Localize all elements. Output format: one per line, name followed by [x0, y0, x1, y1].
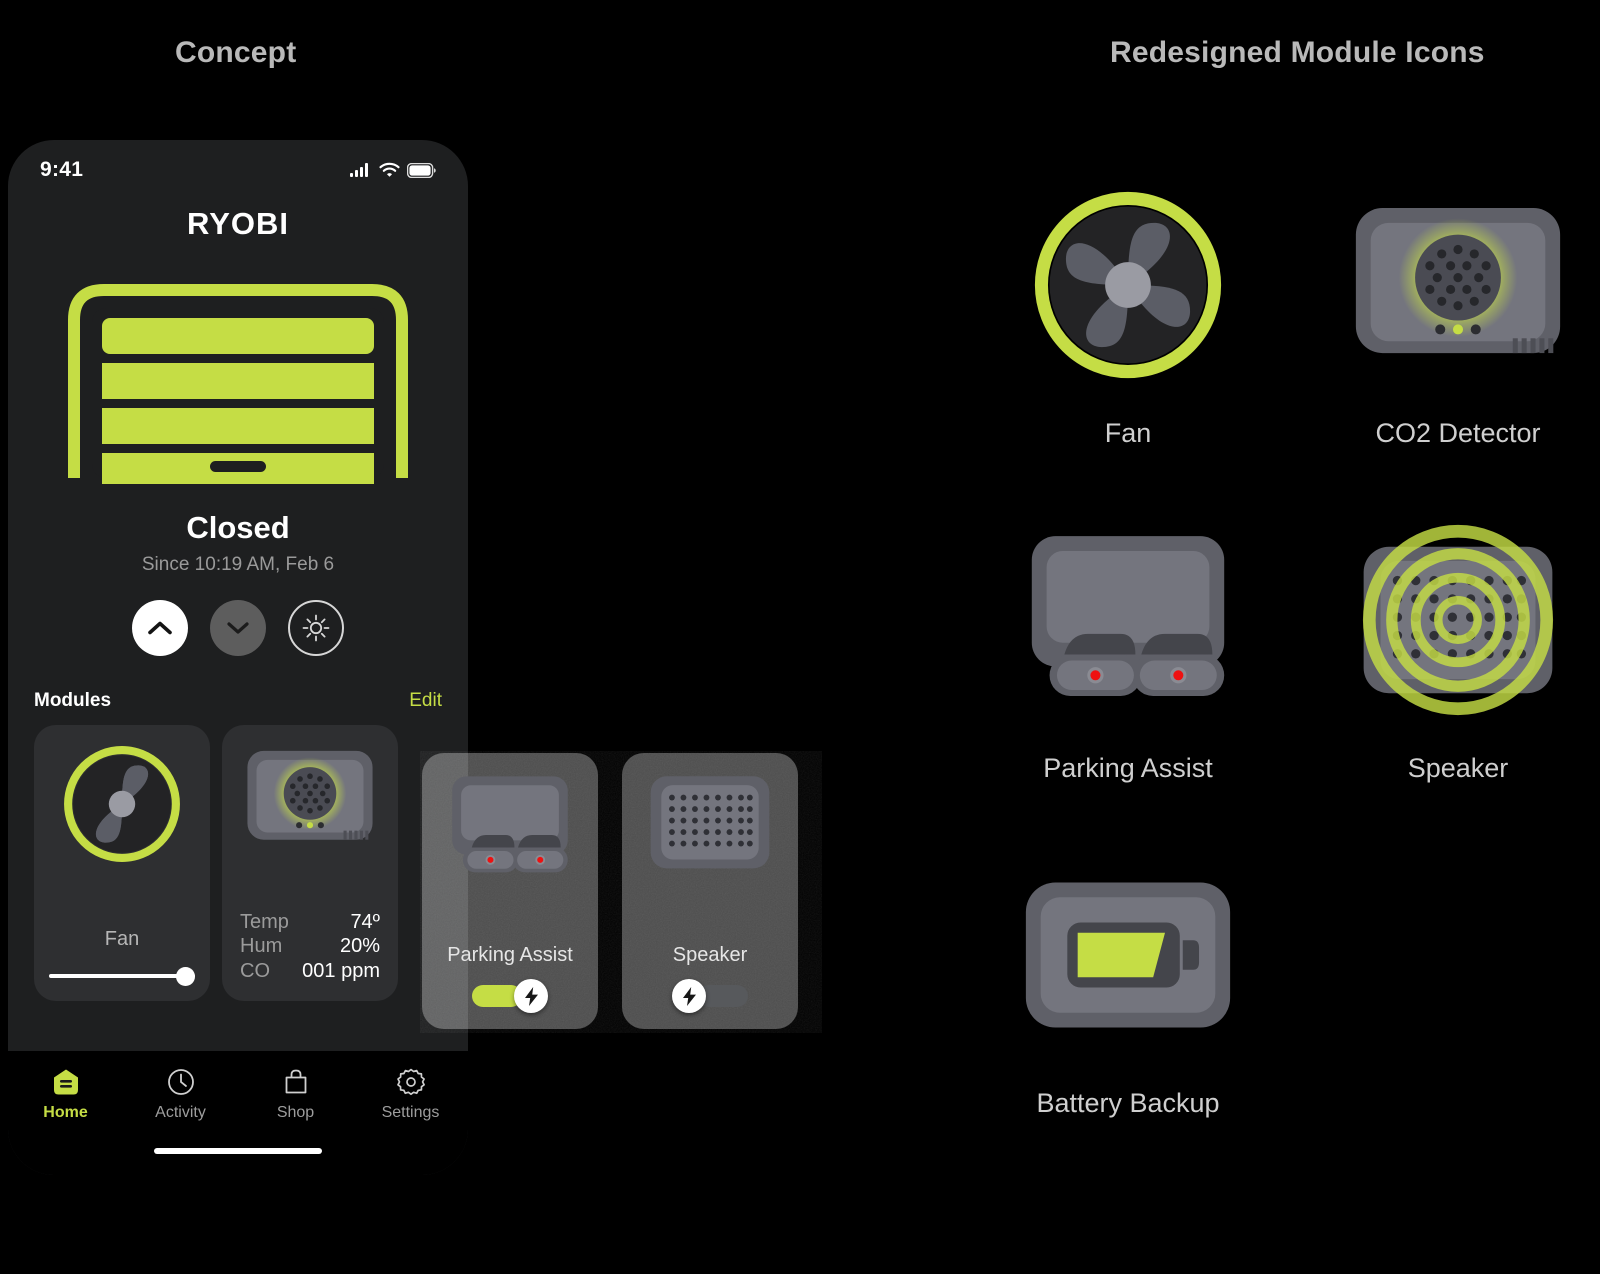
readout-value: 20% — [339, 935, 380, 958]
open-door-button[interactable] — [132, 600, 188, 656]
speaker-icon — [650, 776, 770, 869]
readout-key: Hum — [240, 935, 283, 958]
phone-mockup: 9:41 RYOBI Closed Since 10:19 AM, Feb 6 … — [8, 140, 468, 1175]
bolt-icon — [682, 986, 696, 1006]
door-status-since: Since 10:19 AM, Feb 6 — [141, 554, 335, 575]
module-icon-label: Battery Backup — [1036, 1088, 1220, 1118]
section-title-concept: Concept — [175, 36, 297, 69]
tab-home[interactable]: Home — [11, 1067, 121, 1122]
grain-texture — [420, 751, 822, 1033]
tab-settings[interactable]: Settings — [356, 1067, 466, 1122]
glyph — [978, 170, 1278, 400]
toggle-track — [698, 985, 748, 1007]
tab-shop[interactable]: Shop — [241, 1067, 351, 1122]
module-card-label: Fan — [104, 928, 140, 950]
co2-detector-icon — [247, 750, 373, 840]
fan-icon — [1034, 191, 1222, 379]
modules-header: Modules Edit — [8, 690, 468, 712]
status-bar: 9:41 — [8, 140, 468, 192]
home-indicator — [154, 1148, 322, 1154]
speaker-toggle[interactable] — [672, 979, 748, 1013]
modules-title: Modules — [34, 690, 112, 711]
light-button[interactable] — [288, 600, 344, 656]
gear-icon — [396, 1068, 425, 1096]
module-icon-parking-assist: Parking Assist — [978, 505, 1278, 784]
bag-icon — [285, 1069, 306, 1094]
readout-key: CO — [240, 959, 270, 982]
module-icon-label: Fan — [1104, 418, 1152, 448]
tab-label: Shop — [276, 1104, 315, 1121]
tab-activity[interactable]: Activity — [126, 1067, 236, 1122]
module-card-speaker[interactable]: Speaker — [622, 753, 798, 1029]
module-card-co2[interactable]: Temp 74º Hum 20% CO 001 ppm — [222, 725, 398, 1001]
chevron-up-icon — [148, 621, 172, 635]
module-card-label: Speaker — [672, 944, 748, 966]
slider-track — [49, 974, 195, 978]
door-status: Closed — [186, 510, 290, 545]
clock-icon — [167, 1069, 194, 1095]
home-icon — [53, 1069, 78, 1095]
parking-assist-toggle[interactable] — [472, 979, 548, 1013]
bottom-tab-bar: Home Activity Shop Settings — [8, 1051, 468, 1175]
module-icon-label: CO2 Detector — [1375, 418, 1541, 448]
speaker-icon — [1362, 524, 1554, 716]
bolt-icon — [524, 986, 538, 1006]
co2-detector-icon — [1355, 208, 1561, 354]
tab-label: Activity — [155, 1104, 206, 1121]
readout-row: CO 001 ppm — [240, 959, 380, 983]
module-card-fan[interactable]: Fan — [34, 725, 210, 1001]
readout-value: 74º — [350, 910, 380, 933]
modules-carousel[interactable]: Fan Temp 74º Hum 20% CO 001 ppm — [8, 725, 468, 1001]
door-controls — [8, 600, 468, 656]
readout-key: Temp — [240, 910, 289, 933]
glyph — [1308, 170, 1600, 400]
tab-label: Home — [43, 1104, 88, 1121]
fan-icon — [64, 746, 180, 862]
status-bar-icons — [350, 162, 436, 178]
glyph — [978, 505, 1278, 735]
readout-value: 001 ppm — [302, 959, 380, 982]
glyph — [1308, 505, 1600, 735]
garage-door-closed-icon — [68, 284, 408, 484]
readout-row: Temp 74º — [240, 910, 380, 934]
chevron-down-icon — [227, 622, 249, 634]
wifi-icon — [379, 162, 400, 177]
readout-row: Hum 20% — [240, 934, 380, 958]
fan-speed-slider[interactable] — [49, 967, 195, 986]
garage-door-graphic — [8, 284, 468, 484]
module-icon-speaker: Speaker — [1308, 505, 1600, 784]
tab-label: Settings — [381, 1104, 440, 1121]
parking-assist-icon — [1031, 535, 1225, 696]
app-logo: RYOBI — [186, 206, 290, 241]
module-icon-label: Speaker — [1407, 753, 1509, 783]
toggle-knob[interactable] — [672, 979, 706, 1013]
canvas: Concept Redesigned Module Icons 9:41 RYO… — [0, 0, 1600, 1274]
module-icon-fan: Fan — [978, 170, 1278, 449]
cellular-signal-icon — [350, 163, 368, 177]
co2-readout: Temp 74º Hum 20% CO 001 ppm — [236, 910, 384, 985]
module-icon-co2: CO2 Detector — [1308, 170, 1600, 449]
module-icon-label: Parking Assist — [1043, 753, 1213, 783]
toggle-knob[interactable] — [514, 979, 548, 1013]
glyph — [978, 840, 1278, 1070]
battery-icon — [407, 162, 436, 178]
edit-modules-button[interactable]: Edit — [409, 690, 442, 712]
battery-backup-icon — [1025, 882, 1231, 1028]
toggle-track — [472, 985, 522, 1007]
section-title-module-icons: Redesigned Module Icons — [1110, 36, 1485, 69]
sun-icon — [302, 614, 330, 642]
status-bar-time: 9:41 — [40, 158, 84, 181]
close-door-button[interactable] — [210, 600, 266, 656]
module-icon-battery-backup: Battery Backup — [978, 840, 1278, 1119]
slider-knob[interactable] — [176, 967, 195, 986]
